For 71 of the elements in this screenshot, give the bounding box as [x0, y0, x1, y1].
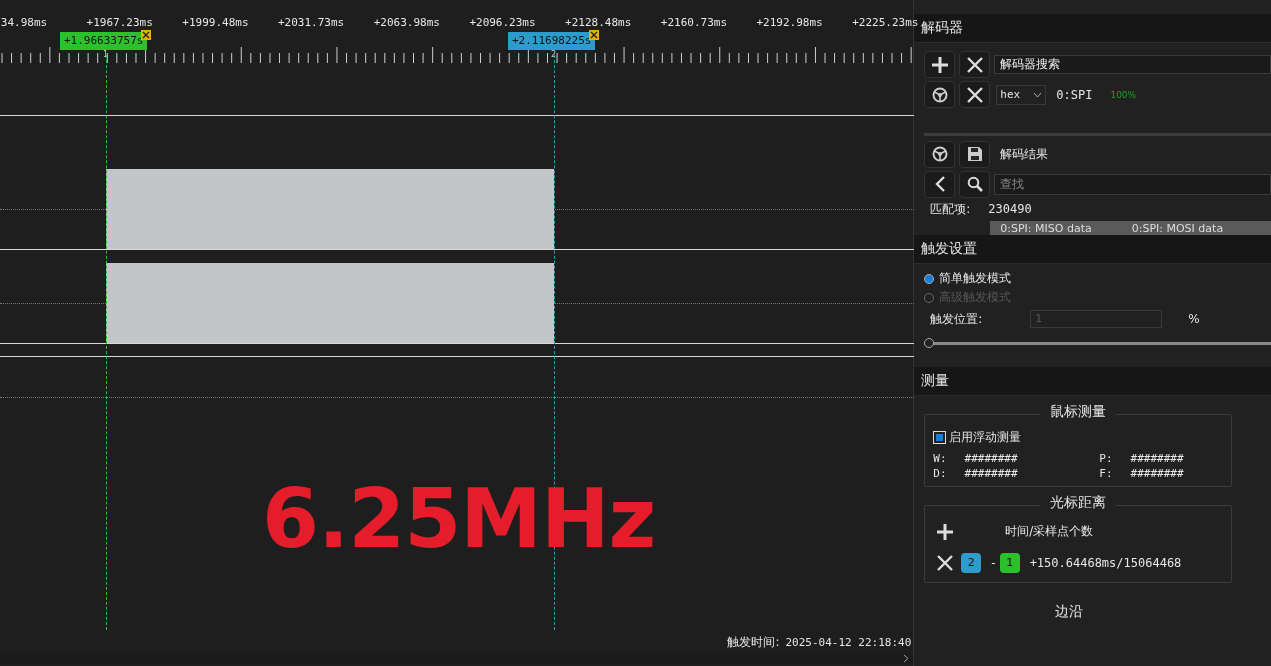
- format-dropdown[interactable]: hex: [996, 84, 1047, 105]
- column-header[interactable]: 0:SPI: MISO data: [1000, 220, 1092, 235]
- reading-value: ########: [1130, 467, 1184, 480]
- cursor-line[interactable]: [554, 55, 555, 630]
- reading-value: ########: [1130, 452, 1184, 465]
- plus-icon: [936, 522, 955, 541]
- frequency-annotation: 6.25MHz: [262, 471, 656, 566]
- search-field[interactable]: 查找: [994, 173, 1271, 195]
- ruler-label: 34.98ms: [0, 16, 48, 29]
- ruler-label: +2096.23ms: [469, 16, 536, 29]
- close-icon[interactable]: [589, 30, 599, 40]
- close-icon[interactable]: [141, 30, 151, 40]
- plus-icon: [930, 55, 949, 74]
- decoder-search-field[interactable]: 解码器搜索: [994, 55, 1271, 74]
- ruler-label: +2160.73ms: [660, 16, 727, 29]
- trigger-time: 2025-04-12 22:18:40: [785, 635, 912, 649]
- settings-button[interactable]: [924, 81, 956, 108]
- panel-title: 测量: [921, 372, 950, 390]
- ruler-label: +1999.48ms: [182, 16, 249, 29]
- cursor-chip[interactable]: 1: [999, 552, 1020, 573]
- column-header: 时间/采样点个数: [1005, 523, 1094, 540]
- reading-label: F:: [1099, 467, 1113, 480]
- close-icon: [966, 56, 983, 73]
- close-icon: [966, 86, 983, 103]
- reading-label: P:: [1099, 452, 1113, 465]
- group-title: 鼠标测量: [1040, 403, 1117, 421]
- trigger-time-label: 触发时间:: [727, 633, 780, 651]
- close-icon: [937, 554, 954, 571]
- radio-option[interactable]: 简单触发模式: [924, 270, 1271, 287]
- float-checkbox[interactable]: 启用浮动测量: [933, 429, 1224, 446]
- save-icon: [966, 146, 983, 163]
- unit-label: %: [1188, 312, 1200, 326]
- section-title: 解码结果: [1000, 145, 1049, 163]
- cursor-flag[interactable]: +2.11698225s: [508, 32, 596, 50]
- position-slider[interactable]: [924, 338, 1271, 348]
- wheel-icon: [931, 146, 948, 163]
- match-count: 230490: [988, 202, 1032, 217]
- ruler-label: +2192.98ms: [756, 16, 823, 29]
- search-button[interactable]: [959, 170, 991, 198]
- distance-value: +150.64468ms/15064468: [1029, 555, 1182, 570]
- reading-label: W:: [933, 452, 947, 465]
- group-title: 光标距离: [1040, 494, 1117, 512]
- ruler-label: +1967.23ms: [86, 16, 153, 29]
- settings-button[interactable]: [924, 140, 956, 168]
- panel-title: 解码器: [921, 19, 964, 37]
- decoder-name: 0:SPI: [1056, 87, 1093, 102]
- position-label: 触发位置:: [930, 310, 983, 328]
- chevron-left-icon: [933, 176, 946, 193]
- ruler-label: +2225.23ms: [852, 16, 919, 29]
- close-button[interactable]: [959, 51, 991, 78]
- add-button[interactable]: [924, 51, 956, 78]
- cursor-flag[interactable]: +1.96633757s: [60, 32, 148, 50]
- scroll-right-icon[interactable]: [903, 653, 910, 663]
- cursor-line[interactable]: [106, 55, 107, 630]
- ruler-label: +2128.48ms: [565, 16, 632, 29]
- caret-icon: [1033, 91, 1043, 98]
- reading-label: D:: [933, 467, 947, 480]
- close-button[interactable]: [959, 81, 991, 108]
- minus-sign: -: [991, 555, 996, 570]
- ruler-label: +2063.98ms: [373, 16, 440, 29]
- save-button[interactable]: [959, 140, 991, 168]
- reading-value: ########: [964, 467, 1018, 480]
- ruler-label: +2031.73ms: [278, 16, 345, 29]
- column-header[interactable]: 0:SPI: MOSI data: [1131, 220, 1224, 235]
- search-icon: [966, 176, 983, 193]
- panel-title: 触发设置: [921, 240, 978, 258]
- reading-value: ########: [964, 452, 1018, 465]
- back-button[interactable]: [924, 170, 956, 198]
- match-label: 匹配项:: [930, 200, 971, 218]
- cursor-chip[interactable]: 2: [961, 552, 982, 573]
- wheel-icon: [931, 86, 948, 103]
